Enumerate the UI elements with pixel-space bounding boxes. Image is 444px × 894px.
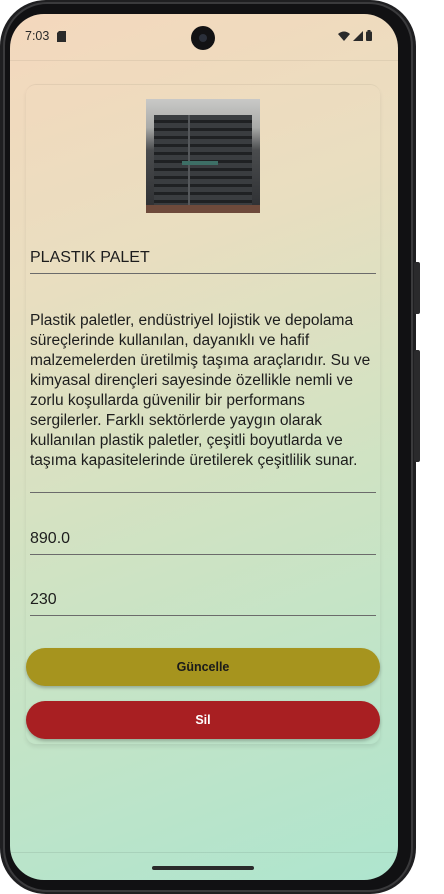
product-stock-field[interactable]: 230	[30, 590, 376, 616]
status-icons	[338, 30, 372, 41]
delete-button[interactable]: Sil	[26, 701, 380, 739]
status-time: 7:03	[25, 29, 50, 43]
sd-card-icon	[57, 31, 66, 42]
product-name-field[interactable]: PLASTIK PALET	[30, 248, 376, 274]
front-camera	[191, 26, 215, 50]
product-image[interactable]	[146, 99, 260, 213]
navigation-bar-divider	[10, 852, 398, 853]
product-description-field[interactable]: Plastik paletler, endüstriyel lojistik v…	[30, 311, 376, 493]
battery-icon	[366, 30, 372, 41]
signal-icon	[353, 30, 363, 41]
pallet-floor	[146, 205, 260, 213]
status-bar: 7:03	[10, 14, 398, 60]
pallet-stripe	[182, 161, 218, 165]
product-name-value: PLASTIK PALET	[30, 249, 150, 266]
wifi-icon	[338, 31, 350, 41]
product-price-value: 890.0	[30, 530, 71, 547]
gesture-handle[interactable]	[152, 866, 254, 870]
product-stock-value: 230	[30, 591, 57, 608]
screen: 7:03 PLASTIK PALET Plastik paletler, end…	[10, 14, 398, 880]
top-divider	[10, 60, 398, 61]
update-button[interactable]: Güncelle	[26, 648, 380, 686]
product-description-value: Plastik paletler, endüstriyel lojistik v…	[30, 312, 371, 469]
product-price-field[interactable]: 890.0	[30, 529, 376, 555]
power-button	[414, 262, 420, 314]
volume-button	[414, 350, 420, 462]
